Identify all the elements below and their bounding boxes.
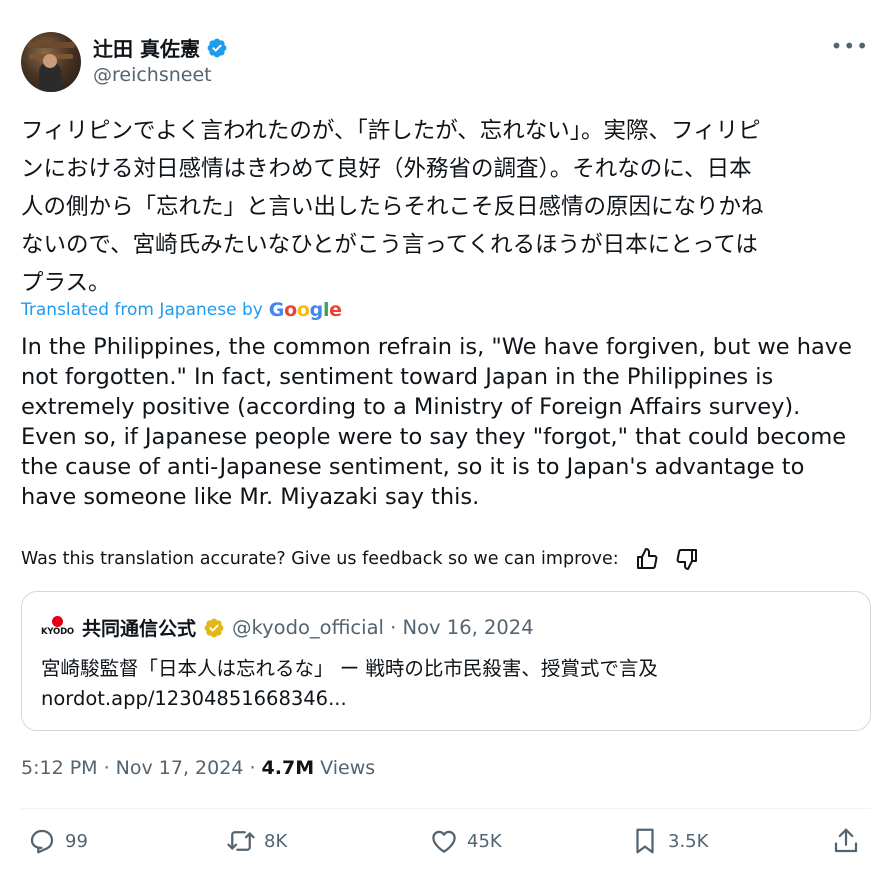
tweet-text-line: プラス。 — [21, 270, 111, 296]
bookmark-count: 3.5K — [668, 830, 709, 852]
translated-from-label[interactable]: Translated from Japanese by Google — [21, 299, 342, 321]
translated-text-line: have someone like Mr. Miyazaki say this. — [21, 484, 480, 510]
tweet-text: フィリピンでよく言われたのが、「許したが、忘れない」。実際、フィリピ ンにおける… — [21, 112, 871, 302]
quoted-link[interactable]: nordot.app/12304851668346... — [41, 684, 841, 714]
translated-text-line: not forgotten." In fact, sentiment towar… — [21, 364, 774, 390]
reply-button[interactable]: 99 — [27, 826, 88, 856]
quoted-tweet-header: KYODO 共同通信公式 @kyodo_official · Nov 16, 2… — [41, 614, 534, 641]
bookmark-button[interactable]: 3.5K — [630, 826, 708, 856]
action-bar: 99 8K 45K 3.5K — [21, 826, 871, 866]
quoted-tweet-text: 宮崎駿監督「日本人は忘れるな」 ー 戦時の比市民殺害、授賞式で言及 nordot… — [41, 654, 841, 714]
share-icon — [834, 828, 858, 853]
author-display-name[interactable]: 辻田 真佐憲 — [93, 33, 200, 62]
reply-count: 99 — [65, 830, 88, 852]
translated-text-line: In the Philippines, the common refrain i… — [21, 334, 852, 360]
quoted-text-line: 宮崎駿監督「日本人は忘れるな」 ー 戦時の比市民殺害、授賞式で言及 — [41, 657, 658, 680]
author-avatar[interactable] — [21, 32, 81, 92]
google-logo-icon: Google — [268, 299, 342, 321]
kyodo-logo-icon: KYODO — [41, 615, 75, 640]
feedback-prompt: Was this translation accurate? Give us f… — [21, 549, 619, 569]
repost-count: 8K — [264, 830, 288, 852]
quoted-tweet-card[interactable]: KYODO 共同通信公式 @kyodo_official · Nov 16, 2… — [21, 591, 871, 731]
share-button[interactable] — [831, 826, 861, 856]
quoted-handle-date: @kyodo_official · Nov 16, 2024 — [232, 616, 534, 639]
like-button[interactable]: 45K — [429, 826, 502, 856]
repost-button[interactable]: 8K — [226, 826, 287, 856]
tweet-text-line: ないので、宮崎氏みたいなひとがこう言ってくれるほうが日本にとっては — [21, 232, 758, 258]
tweet-text-line: 人の側から「忘れた」と言い出したらそれこそ反日感情の原因になりかね — [21, 194, 764, 220]
verified-badge-icon — [207, 38, 227, 57]
quoted-author-name[interactable]: 共同通信公式 — [82, 614, 196, 641]
tweet-text-line: ンにおける対日感情はきわめて良好（外務省の調査）。それなのに、日本 — [21, 156, 752, 182]
tweet-timestamp[interactable]: 5:12 PM · Nov 17, 2024 · — [21, 757, 262, 779]
translated-text-line: Even so, if Japanese people were to say … — [21, 424, 847, 450]
divider — [21, 808, 871, 809]
author-name-row: 辻田 真佐憲 — [93, 33, 228, 62]
tweet-text-line: フィリピンでよく言われたのが、「許したが、忘れない」。実際、フィリピ — [21, 118, 761, 144]
tweet-meta: 5:12 PM · Nov 17, 2024 · 4.7M Views — [21, 757, 375, 779]
thumbs-up-icon[interactable] — [635, 547, 659, 571]
more-options-icon[interactable]: ••• — [831, 34, 869, 58]
views-count: 4.7M — [261, 757, 315, 779]
translated-text: In the Philippines, the common refrain i… — [21, 332, 873, 512]
translated-text-line: extremely positive (according to a Minis… — [21, 394, 801, 420]
tweet-header: 辻田 真佐憲 @reichsneet ••• — [21, 30, 871, 94]
views-label: Views — [314, 757, 376, 779]
bookmark-icon — [636, 828, 654, 854]
heart-icon — [432, 830, 456, 853]
reply-icon — [30, 829, 54, 854]
repost-icon — [227, 831, 255, 851]
gold-verified-badge-icon — [204, 618, 224, 637]
translated-label-text: Translated from Japanese by — [21, 300, 263, 320]
like-count: 45K — [467, 830, 502, 852]
translated-text-line: the cause of anti-Japanese sentiment, so… — [21, 454, 805, 480]
translation-feedback: Was this translation accurate? Give us f… — [21, 547, 699, 571]
thumbs-down-icon[interactable] — [675, 547, 699, 571]
author-handle[interactable]: @reichsneet — [93, 64, 212, 86]
